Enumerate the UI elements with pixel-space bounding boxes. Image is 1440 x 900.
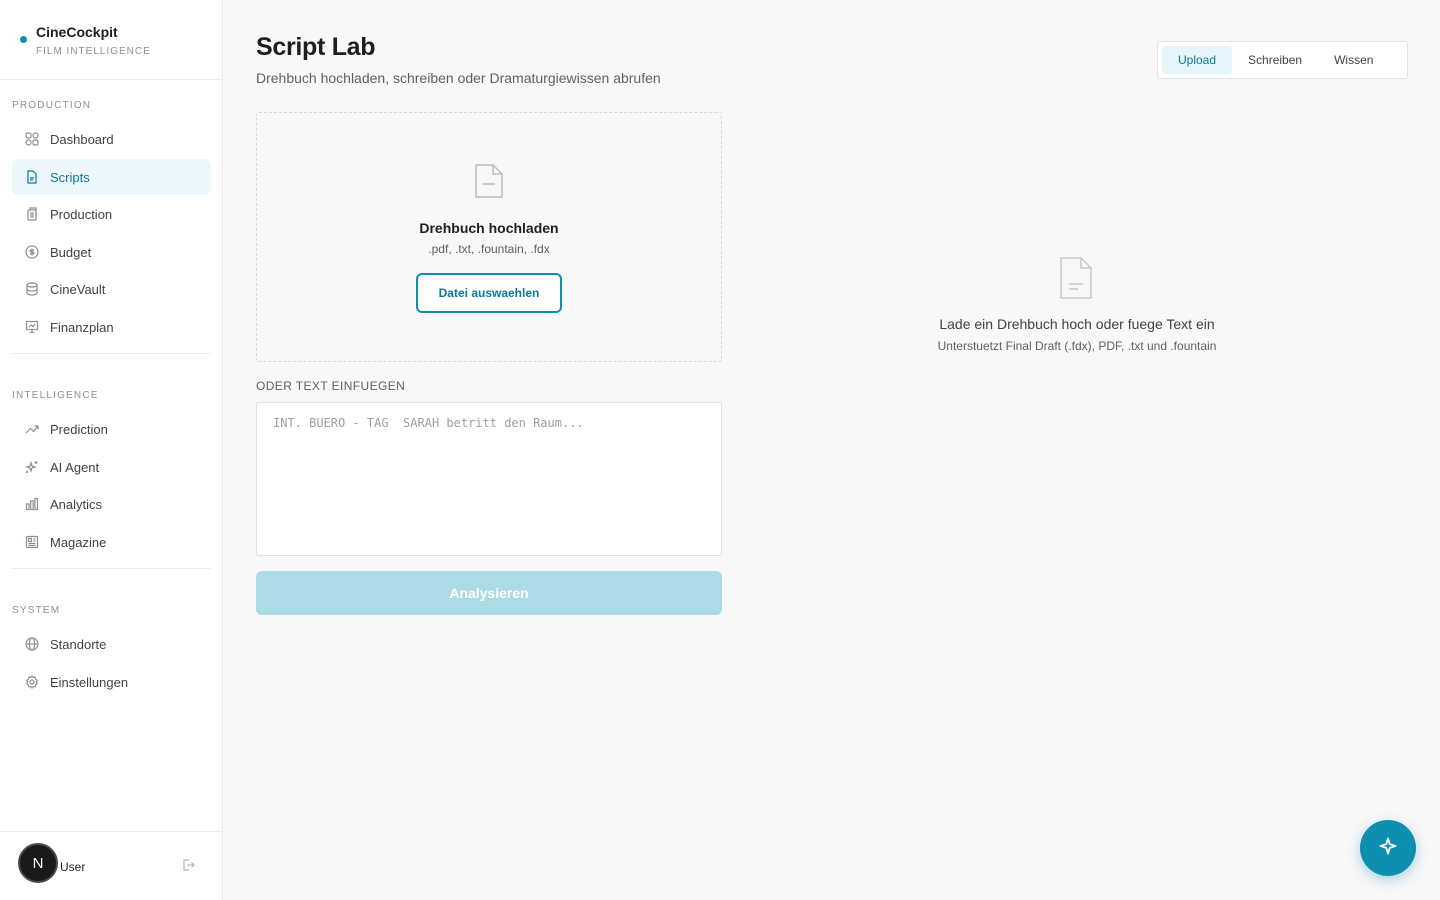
empty-state-title: Lade ein Drehbuch hoch oder fuege Text e… xyxy=(939,316,1215,332)
logout-icon[interactable] xyxy=(181,858,195,877)
sidebar-item-label: Finanzplan xyxy=(50,319,114,335)
user-name: User xyxy=(60,860,86,874)
sidebar-item-prediction[interactable]: Prediction xyxy=(12,411,211,447)
sidebar-item-magazine[interactable]: Magazine xyxy=(12,524,211,560)
dollar-icon xyxy=(24,244,40,260)
grid-icon xyxy=(24,131,40,147)
sidebar-item-standorte[interactable]: Standorte xyxy=(12,626,211,662)
analyze-button[interactable]: Analysieren xyxy=(256,571,722,615)
brand-subtitle: FILM INTELLIGENCE xyxy=(36,46,151,57)
script-text-input[interactable] xyxy=(256,402,722,556)
sidebar-item-label: Prediction xyxy=(50,421,108,437)
mode-tabs: Upload Schreiben Wissen xyxy=(1157,41,1408,79)
sidebar-item-label: CineVault xyxy=(50,281,106,297)
sparkles-icon xyxy=(24,459,40,475)
database-icon xyxy=(24,281,40,297)
sidebar-item-label: Production xyxy=(50,206,113,222)
globe-icon xyxy=(24,636,40,652)
tab-wissen[interactable]: Wissen xyxy=(1318,46,1389,74)
gear-icon xyxy=(24,674,40,690)
presentation-icon xyxy=(24,319,40,335)
paste-text-label: ODER TEXT EINFUEGEN xyxy=(256,379,406,393)
divider xyxy=(12,353,211,354)
sidebar-item-dashboard[interactable]: Dashboard xyxy=(12,121,211,157)
sidebar-item-cinevault[interactable]: CineVault xyxy=(12,271,211,307)
tab-upload[interactable]: Upload xyxy=(1162,46,1233,74)
sidebar-item-label: Budget xyxy=(50,244,92,260)
clapper-icon xyxy=(24,206,40,222)
empty-state-file-icon xyxy=(1059,256,1093,305)
sidebar-item-label: Dashboard xyxy=(50,131,114,147)
brand-dot-icon xyxy=(20,36,27,43)
sparkle-icon xyxy=(1378,836,1398,861)
sidebar-item-einstellungen[interactable]: Einstellungen xyxy=(12,664,211,700)
file-icon xyxy=(474,163,504,204)
section-label-production: PRODUCTION xyxy=(12,100,92,111)
sidebar-item-label: Magazine xyxy=(50,534,107,550)
sidebar-item-production[interactable]: Production xyxy=(12,196,211,232)
sidebar-item-label: Analytics xyxy=(50,496,103,512)
empty-state-subtitle: Unterstuetzt Final Draft (.fdx), PDF, .t… xyxy=(937,339,1217,353)
sidebar-item-label: Scripts xyxy=(50,169,90,185)
sidebar-item-label: Standorte xyxy=(50,636,107,652)
avatar[interactable]: N xyxy=(18,843,58,883)
sidebar-item-finanzplan[interactable]: Finanzplan xyxy=(12,309,211,345)
section-label-intelligence: INTELLIGENCE xyxy=(12,390,99,401)
page-subtitle: Drehbuch hochladen, schreiben oder Drama… xyxy=(256,70,661,86)
ai-assistant-button[interactable] xyxy=(1360,820,1416,876)
bar-chart-icon xyxy=(24,496,40,512)
sidebar-item-analytics[interactable]: Analytics xyxy=(12,486,211,522)
tab-schreiben[interactable]: Schreiben xyxy=(1232,46,1318,74)
sidebar-item-scripts[interactable]: Scripts xyxy=(12,159,211,195)
sidebar-item-budget[interactable]: Budget xyxy=(12,234,211,270)
choose-file-button[interactable]: Datei auswaehlen xyxy=(416,273,562,313)
trending-up-icon xyxy=(24,421,40,437)
sidebar-item-label: AI Agent xyxy=(50,459,100,475)
newspaper-icon xyxy=(24,534,40,550)
sidebar-item-ai-agent[interactable]: AI Agent xyxy=(12,449,211,485)
brand: CineCockpit FILM INTELLIGENCE xyxy=(0,0,222,80)
page-title: Script Lab xyxy=(256,33,376,61)
document-icon xyxy=(24,169,40,185)
dropzone-file-types: .pdf, .txt, .fountain, .fdx xyxy=(428,242,550,256)
user-bar: N User xyxy=(0,831,223,900)
section-label-system: SYSTEM xyxy=(12,605,61,616)
upload-dropzone[interactable]: Drehbuch hochladen .pdf, .txt, .fountain… xyxy=(256,112,722,362)
sidebar-item-label: Einstellungen xyxy=(50,674,129,690)
divider xyxy=(12,568,211,569)
sidebar: CineCockpit FILM INTELLIGENCE PRODUCTION… xyxy=(0,0,223,900)
dropzone-title: Drehbuch hochladen xyxy=(419,220,559,236)
brand-name: CineCockpit xyxy=(36,24,118,40)
